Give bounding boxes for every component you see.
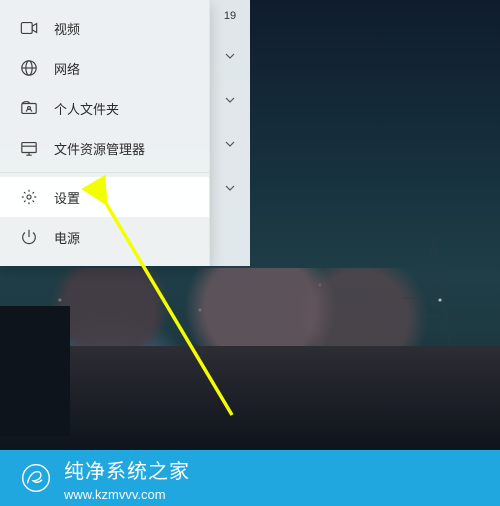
start-item-userfiles[interactable]: 个人文件夹 [0, 88, 209, 128]
wallpaper-pylon [398, 236, 470, 346]
start-item-label: 设置 [54, 188, 80, 207]
user-folder-icon [20, 99, 38, 117]
chevron-down-icon[interactable] [225, 180, 235, 198]
start-left-rail: 视频 网络 个人文件夹 文件资源管理器 设置 [0, 0, 210, 266]
wallpaper-ground [0, 346, 500, 456]
explorer-icon [20, 139, 38, 157]
start-item-video[interactable]: 视频 [0, 8, 209, 48]
start-item-label: 电源 [54, 228, 80, 247]
start-item-explorer[interactable]: 文件资源管理器 [0, 128, 209, 168]
power-icon [20, 228, 38, 246]
chevron-down-icon[interactable] [225, 136, 235, 154]
network-icon [20, 59, 38, 77]
chevron-down-icon[interactable] [225, 48, 235, 66]
start-item-label: 视频 [54, 19, 80, 38]
start-item-label: 个人文件夹 [54, 99, 119, 118]
start-item-power[interactable]: 电源 [0, 217, 209, 257]
start-item-network[interactable]: 网络 [0, 48, 209, 88]
screenshot-root: 19 视频 网络 个人文件夹 [0, 0, 500, 506]
apps-group-header-fragment: 19 [224, 10, 236, 22]
start-item-label: 文件资源管理器 [54, 139, 145, 158]
start-item-settings[interactable]: 设置 [0, 177, 209, 217]
watermark-text: 纯净系统之家 www.kzmvvv.com [64, 455, 190, 502]
watermark-url: www.kzmvvv.com [64, 487, 190, 502]
video-icon [20, 19, 38, 37]
chevron-down-icon[interactable] [225, 92, 235, 110]
start-apps-column[interactable]: 19 [210, 0, 250, 266]
watermark-logo-icon [22, 464, 50, 492]
wallpaper-house [0, 306, 70, 436]
watermark-bar: 纯净系统之家 www.kzmvvv.com [0, 450, 500, 506]
start-item-label: 网络 [54, 59, 80, 78]
watermark-site-name: 纯净系统之家 [64, 455, 190, 484]
start-separator [0, 172, 209, 173]
gear-icon [20, 188, 38, 206]
